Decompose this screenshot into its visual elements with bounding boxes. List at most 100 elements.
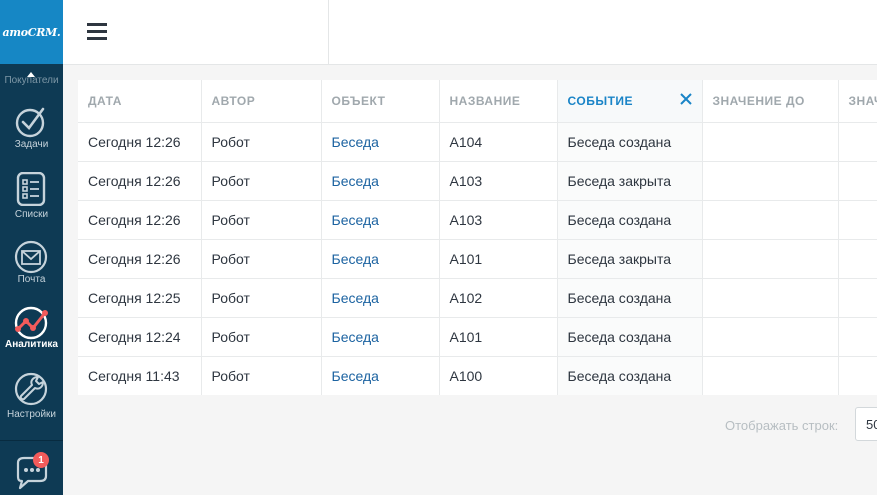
table-row: Сегодня 12:26 Робот Беседа A103 Беседа с…: [78, 200, 877, 240]
sidebar-item-label: Списки: [14, 209, 49, 220]
table-row: Сегодня 12:26 Робот Беседа A104 Беседа с…: [78, 122, 877, 162]
object-link[interactable]: Беседа: [332, 212, 379, 228]
column-header-event[interactable]: СОБЫТИЕ: [557, 80, 703, 123]
sidebar-item-mail[interactable]: Почта: [0, 234, 63, 300]
table-row: Сегодня 12:24 Робот Беседа A101 Беседа с…: [78, 317, 877, 357]
cell-value-after: [838, 317, 877, 357]
table-header-row: ДАТА АВТОР ОБЪЕКТ НАЗВАНИЕ СОБЫТИЕ ЗНАЧЕ…: [78, 80, 877, 123]
cell-object: Беседа: [321, 317, 440, 357]
cell-author: Робот: [201, 161, 322, 201]
cell-author: Робот: [201, 122, 322, 162]
table-row: Сегодня 11:43 Робот Беседа A100 Беседа с…: [78, 356, 877, 395]
cell-value-after: [838, 122, 877, 162]
cell-event: Беседа создана: [557, 356, 703, 395]
table-row: Сегодня 12:26 Робот Беседа A103 Беседа з…: [78, 161, 877, 201]
cell-value-after: [838, 278, 877, 318]
cell-author: Робот: [201, 356, 322, 395]
cell-date: Сегодня 11:43: [78, 356, 202, 395]
cell-author: Робот: [201, 239, 322, 279]
cell-object: Беседа: [321, 161, 440, 201]
cell-name: A101: [439, 317, 558, 357]
cell-value-before: [702, 356, 839, 395]
column-header-name[interactable]: НАЗВАНИЕ: [439, 80, 558, 123]
cell-author: Робот: [201, 278, 322, 318]
column-header-object[interactable]: ОБЪЕКТ: [321, 80, 440, 123]
object-link[interactable]: Беседа: [332, 290, 379, 306]
cell-name: A100: [439, 356, 558, 395]
sidebar-item-analytics[interactable]: Аналитика: [0, 300, 63, 366]
cell-date: Сегодня 12:24: [78, 317, 202, 357]
cell-value-before: [702, 317, 839, 357]
cell-event: Беседа создана: [557, 122, 703, 162]
cell-object: Беседа: [321, 356, 440, 395]
cell-author: Робот: [201, 200, 322, 240]
cell-object: Беседа: [321, 122, 440, 162]
cell-author: Робот: [201, 317, 322, 357]
cell-date: Сегодня 12:25: [78, 278, 202, 318]
cell-value-after: [838, 239, 877, 279]
cell-date: Сегодня 12:26: [78, 122, 202, 162]
cell-event: Беседа закрыта: [557, 161, 703, 201]
sidebar-item-settings[interactable]: Настройки: [0, 366, 63, 432]
rows-per-page-select[interactable]: 50: [855, 407, 877, 441]
rows-per-page-label: Отображать строк:: [725, 418, 839, 433]
cell-name: A102: [439, 278, 558, 318]
cell-value-after: [838, 356, 877, 395]
cell-event: Беседа создана: [557, 317, 703, 357]
cell-value-after: [838, 200, 877, 240]
sidebar-item-label: Настройки: [6, 409, 57, 420]
sidebar-item-label: Задачи: [14, 139, 49, 150]
column-header-event-label: СОБЫТИЕ: [567, 93, 634, 108]
cell-name: A103: [439, 161, 558, 201]
cell-object: Беседа: [321, 200, 440, 240]
header-divider: [328, 0, 329, 65]
settings-icon: [14, 372, 48, 406]
tasks-icon: [15, 107, 45, 138]
sidebar-divider: [0, 440, 63, 441]
notification-badge: 1: [33, 452, 49, 468]
cell-date: Сегодня 12:26: [78, 200, 202, 240]
sidebar-item-customers-label: Покупатели: [4, 75, 59, 86]
mail-icon: [14, 240, 48, 274]
object-link[interactable]: Беседа: [332, 329, 379, 345]
cell-name: A104: [439, 122, 558, 162]
column-header-value-before[interactable]: ЗНАЧЕНИЕ ДО: [702, 80, 839, 123]
cell-event: Беседа создана: [557, 278, 703, 318]
column-header-author[interactable]: АВТОР: [201, 80, 322, 123]
object-link[interactable]: Беседа: [332, 368, 379, 384]
object-link[interactable]: Беседа: [332, 134, 379, 150]
menu-icon[interactable]: [87, 23, 107, 40]
cell-event: Беседа закрыта: [557, 239, 703, 279]
table-row: Сегодня 12:25 Робот Беседа A102 Беседа с…: [78, 278, 877, 318]
cell-value-before: [702, 239, 839, 279]
cell-value-after: [838, 161, 877, 201]
events-table: ДАТА АВТОР ОБЪЕКТ НАЗВАНИЕ СОБЫТИЕ ЗНАЧЕ…: [78, 80, 877, 395]
sidebar-item-label: Аналитика: [5, 339, 58, 350]
sidebar-item-lists[interactable]: Списки: [0, 166, 63, 232]
cell-value-before: [702, 122, 839, 162]
sidebar-scroll-up[interactable]: Покупатели: [0, 64, 63, 86]
top-header: [63, 0, 877, 65]
cell-name: A103: [439, 200, 558, 240]
cell-date: Сегодня 12:26: [78, 161, 202, 201]
cell-value-before: [702, 200, 839, 240]
cell-event: Беседа создана: [557, 200, 703, 240]
column-header-value-after[interactable]: ЗНАЧЕНИЕ ПОСЛЕ: [838, 80, 877, 123]
table-row: Сегодня 12:26 Робот Беседа A101 Беседа з…: [78, 239, 877, 279]
cell-value-before: [702, 161, 839, 201]
analytics-icon: [14, 306, 48, 340]
sidebar-item-label: Почта: [17, 274, 46, 285]
cell-object: Беседа: [321, 278, 440, 318]
cell-name: A101: [439, 239, 558, 279]
close-icon[interactable]: [679, 93, 692, 105]
object-link[interactable]: Беседа: [332, 173, 379, 189]
cell-object: Беседа: [321, 239, 440, 279]
sidebar-item-tasks[interactable]: Задачи: [0, 98, 63, 164]
sidebar: amoCRM. Покупатели Задачи Списки Почта А…: [0, 0, 63, 495]
object-link[interactable]: Беседа: [332, 251, 379, 267]
cell-date: Сегодня 12:26: [78, 239, 202, 279]
cell-value-before: [702, 278, 839, 318]
lists-icon: [16, 172, 46, 206]
app-logo[interactable]: amoCRM.: [0, 0, 63, 64]
column-header-date[interactable]: ДАТА: [78, 80, 202, 123]
